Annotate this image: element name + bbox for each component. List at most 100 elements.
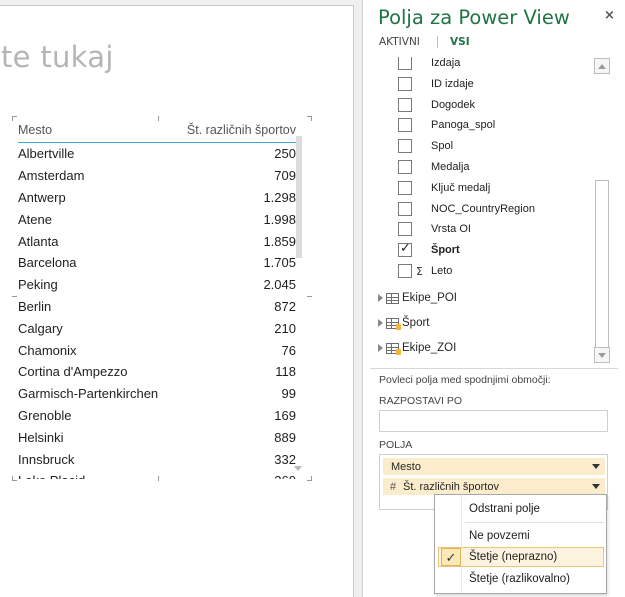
dropdown-arrow-icon[interactable]: [592, 464, 600, 469]
drag-hint-text: Povleci polja med spodnjimi območji:: [379, 374, 551, 386]
field-pill-city[interactable]: Mesto: [383, 458, 605, 475]
table-group[interactable]: Ekipe_POI: [378, 288, 457, 308]
resize-handle-left[interactable]: [12, 296, 17, 297]
layout-drop-area[interactable]: [379, 410, 608, 432]
pane-title: Polja za Power View: [378, 6, 570, 29]
table-row: Peking 2.045: [18, 274, 296, 296]
checkbox[interactable]: [398, 76, 412, 91]
checkbox[interactable]: [398, 180, 412, 195]
field-item[interactable]: Σ Leto: [375, 261, 595, 281]
checkbox[interactable]: [398, 160, 412, 174]
resize-handle-bottom-left[interactable]: [12, 476, 17, 481]
cell-city: Peking: [18, 277, 58, 293]
table-row: Atene 1.998: [18, 208, 296, 230]
column-header-sport-count[interactable]: Št. različnih športov: [187, 123, 296, 142]
resize-handle-top-left[interactable]: [12, 116, 17, 121]
tab-all[interactable]: VSI: [450, 36, 470, 48]
cell-sport-count: 709: [274, 168, 296, 184]
checkbox[interactable]: [398, 118, 412, 133]
numeric-field-icon: #: [390, 480, 397, 493]
cell-city: Lake Placid: [18, 473, 85, 479]
field-label: Medalja: [431, 161, 470, 173]
expand-arrow-icon[interactable]: [378, 319, 383, 327]
field-label: NOC_CountryRegion: [431, 202, 535, 215]
dropdown-arrow-icon[interactable]: [592, 484, 600, 489]
cell-city: Atene: [18, 211, 52, 227]
expand-arrow-icon[interactable]: [378, 344, 383, 352]
scrollbar-thumb[interactable]: [595, 180, 609, 348]
table-row: Calgary 210: [18, 317, 296, 339]
field-item[interactable]: Medalja: [375, 157, 595, 177]
cell-sport-count: 250: [274, 146, 296, 162]
field-label: Leto: [431, 265, 453, 277]
table-row: Innsbruck 332: [18, 448, 296, 470]
cell-city: Garmisch-Partenkirchen: [18, 386, 159, 402]
menu-item-do-not-summarize[interactable]: Ne povzemi: [438, 526, 604, 546]
pane-divider: [370, 368, 618, 369]
field-item[interactable]: Izdaja: [375, 57, 595, 73]
cell-sport-count: 99: [281, 386, 296, 402]
field-item[interactable]: NOC_CountryRegion: [375, 199, 595, 219]
cell-sport-count: 872: [274, 298, 296, 314]
field-label: Panoga_spol: [431, 119, 496, 132]
checkbox[interactable]: [398, 139, 412, 154]
cell-sport-count: 332: [274, 451, 296, 467]
field-list-scrollbar[interactable]: [594, 58, 610, 363]
field-label: Vrsta OI: [431, 223, 471, 236]
cell-city: Chamonix: [18, 342, 77, 358]
table-header: Mesto Št. različnih športov: [18, 121, 296, 143]
field-label: ID izdaje: [431, 77, 474, 90]
cell-sport-count: 889: [274, 429, 296, 445]
field-item[interactable]: Šport: [375, 240, 595, 260]
field-item[interactable]: Ključ medalj: [375, 178, 595, 198]
menu-item-count-distinct[interactable]: Štetje (razlikovalno): [438, 569, 604, 589]
table-icon: [386, 292, 399, 304]
table-visualization[interactable]: Mesto Št. različnih športov Albertville 2…: [12, 116, 312, 481]
menu-item-label: Štetje (neprazno): [469, 551, 558, 563]
table-row: Albertville 250: [18, 143, 296, 165]
table-group[interactable]: Ekipe_ZOI: [378, 338, 456, 358]
cell-sport-count: 118: [275, 364, 296, 380]
menu-item-count-nonempty[interactable]: ✓ Štetje (neprazno): [438, 547, 604, 567]
cell-sport-count: 1.998: [263, 211, 296, 227]
checkbox[interactable]: [398, 97, 412, 112]
checkbox-checked[interactable]: [398, 241, 412, 258]
menu-separator: [465, 522, 605, 523]
field-item[interactable]: Vrsta OI: [375, 219, 595, 239]
expand-arrow-icon[interactable]: [378, 294, 383, 302]
scroll-up-icon[interactable]: [594, 58, 610, 74]
cell-sport-count: 2.045: [263, 277, 296, 293]
field-pill-sport-count[interactable]: # Št. različnih športov: [383, 478, 605, 495]
tab-active[interactable]: AKTIVNI: [379, 36, 420, 48]
column-header-city[interactable]: Mesto: [18, 123, 52, 142]
checkbox[interactable]: [398, 57, 412, 70]
table-db-icon: [386, 342, 401, 355]
resize-handle-bottom-right[interactable]: [307, 476, 312, 481]
checkmark-icon: ✓: [441, 548, 461, 566]
field-item[interactable]: Spol: [375, 136, 595, 156]
table-db-icon: [386, 317, 401, 330]
field-item[interactable]: ID izdaje: [375, 74, 595, 94]
table-scroll-down-icon[interactable]: [294, 466, 302, 471]
sheet-title-placeholder[interactable]: te tukaj: [1, 40, 114, 74]
resize-handle-top-right[interactable]: [307, 116, 312, 121]
field-item[interactable]: Panoga_spol: [375, 115, 595, 135]
table-group[interactable]: Šport: [378, 313, 430, 333]
field-pill-label: Mesto: [391, 460, 421, 473]
field-context-menu: Odstrani polje Ne povzemi ✓ Štetje (nepr…: [434, 494, 607, 594]
checkbox[interactable]: [398, 201, 412, 216]
table-group-label: Ekipe_POI: [402, 292, 457, 304]
menu-item-remove-field[interactable]: Odstrani polje: [438, 499, 604, 519]
checkbox[interactable]: [398, 222, 412, 237]
table-row: Cortina d'Ampezzo 118: [18, 361, 296, 383]
table-row: Helsinki 889: [18, 426, 296, 448]
resize-handle-right[interactable]: [307, 296, 312, 297]
checkbox[interactable]: [398, 264, 412, 278]
close-icon[interactable]: ×: [604, 8, 615, 23]
scroll-down-icon[interactable]: [594, 347, 610, 363]
sigma-icon: Σ: [416, 264, 423, 278]
field-item[interactable]: Dogodek: [375, 95, 595, 115]
cell-city: Cortina d'Ampezzo: [18, 364, 128, 380]
table-scrollbar-thumb[interactable]: [296, 136, 302, 258]
field-label: Izdaja: [431, 57, 461, 69]
